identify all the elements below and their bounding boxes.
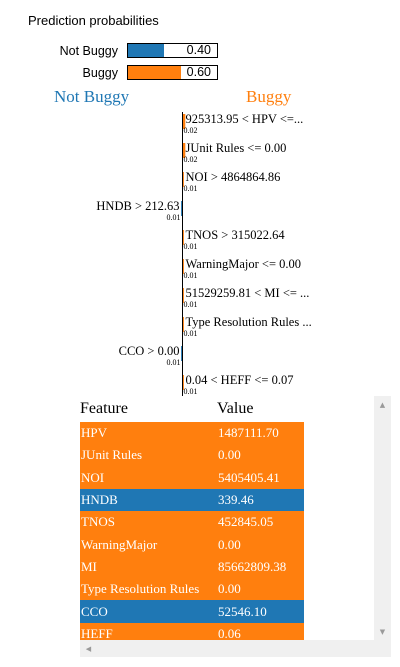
value-cell: 452845.05 [218,514,274,530]
table-row: HPV 1487111.70 [80,422,304,445]
feature-cell: NOI [81,469,105,485]
feature-label-1: JUnit Rules <= 0.00 [186,141,287,155]
scroll-down-arrow-icon[interactable]: ▼ [374,623,391,640]
feature-cell: HPV [81,425,108,441]
table-header-row: Feature Value [80,396,304,422]
feature-value-table-viewport[interactable]: Feature Value HPV 1487111.70 JUnit Rules 0.… [80,396,394,656]
value-cell: 0.00 [218,536,241,552]
feature-label-5: WarningMajor <= 0.00 [186,257,302,271]
feature-label-4: TNOS > 315022.64 [186,228,286,242]
weight-label-2: 0.01 [184,184,198,193]
scroll-up-arrow-icon[interactable]: ▲ [374,396,391,413]
feature-cell: JUnit Rules [81,447,143,463]
feature-cell: WarningMajor [81,536,158,552]
weight-label-5: 0.01 [184,271,198,280]
weight-label-7: 0.01 [184,329,198,338]
feature-cell: CCO [81,603,108,619]
table-row: MI 85662809.38 [80,555,304,579]
feature-cell: MI [81,558,97,574]
vertical-scrollbar[interactable]: ▲ ▼ [374,396,391,640]
header-feature: Feature [80,396,217,422]
table-row: TNOS 452845.05 [80,511,304,534]
value-cell: 52546.10 [218,603,267,619]
value-cell: 5405405.41 [218,469,280,485]
feature-label-6: 51529259.81 < MI <= ... [186,286,310,300]
weight-label-4: 0.01 [184,242,198,251]
weight-label-6: 0.01 [184,300,198,309]
value-cell: 0.00 [218,581,241,597]
table-row: NOI 5405405.41 [80,466,304,489]
table-row: HNDB 339.46 [80,488,304,512]
table-row: JUnit Rules 0.00 [80,444,304,467]
value-cell: 1487111.70 [218,425,279,441]
value-cell: 0.00 [218,447,241,463]
feature-label-7: Type Resolution Rules ... [186,315,312,329]
horizontal-scrollbar[interactable]: ◀ ▶ [80,640,391,657]
scrollbar-corner [374,640,391,657]
weight-label-3: 0.01 [167,213,181,222]
weight-label-0: 0.02 [184,126,198,135]
feature-label-9: 0.04 < HEFF <= 0.07 [186,373,294,387]
weight-label-8: 0.01 [167,358,181,367]
table-row: WarningMajor 0.00 [80,533,304,556]
feature-value-table: Feature Value HPV 1487111.70 JUnit Rules 0.… [80,396,304,645]
table-row: CCO 52546.10 [80,600,304,623]
feature-label-3: HNDB > 212.63 [96,199,179,213]
header-value: Value [217,396,304,422]
feature-cell: TNOS [81,514,115,530]
table-row: Type Resolution Rules 0.00 [80,578,304,601]
feature-label-2: NOI > 4864864.86 [186,170,281,184]
feature-cell: HNDB [81,492,118,508]
value-cell: 339.46 [218,492,254,508]
scroll-left-arrow-icon[interactable]: ◀ [80,640,97,657]
feature-label-0: 925313.95 < HPV <=... [186,112,304,126]
feature-cell: Type Resolution Rules [81,581,200,597]
value-cell: 85662809.38 [218,558,287,574]
weight-label-9: 0.01 [184,387,198,396]
feature-weights-chart: 925313.95 < HPV <=...0.02JUnit Rules <= … [96,112,312,398]
feature-label-8: CCO > 0.00 [119,344,180,358]
weight-label-1: 0.02 [184,155,198,164]
